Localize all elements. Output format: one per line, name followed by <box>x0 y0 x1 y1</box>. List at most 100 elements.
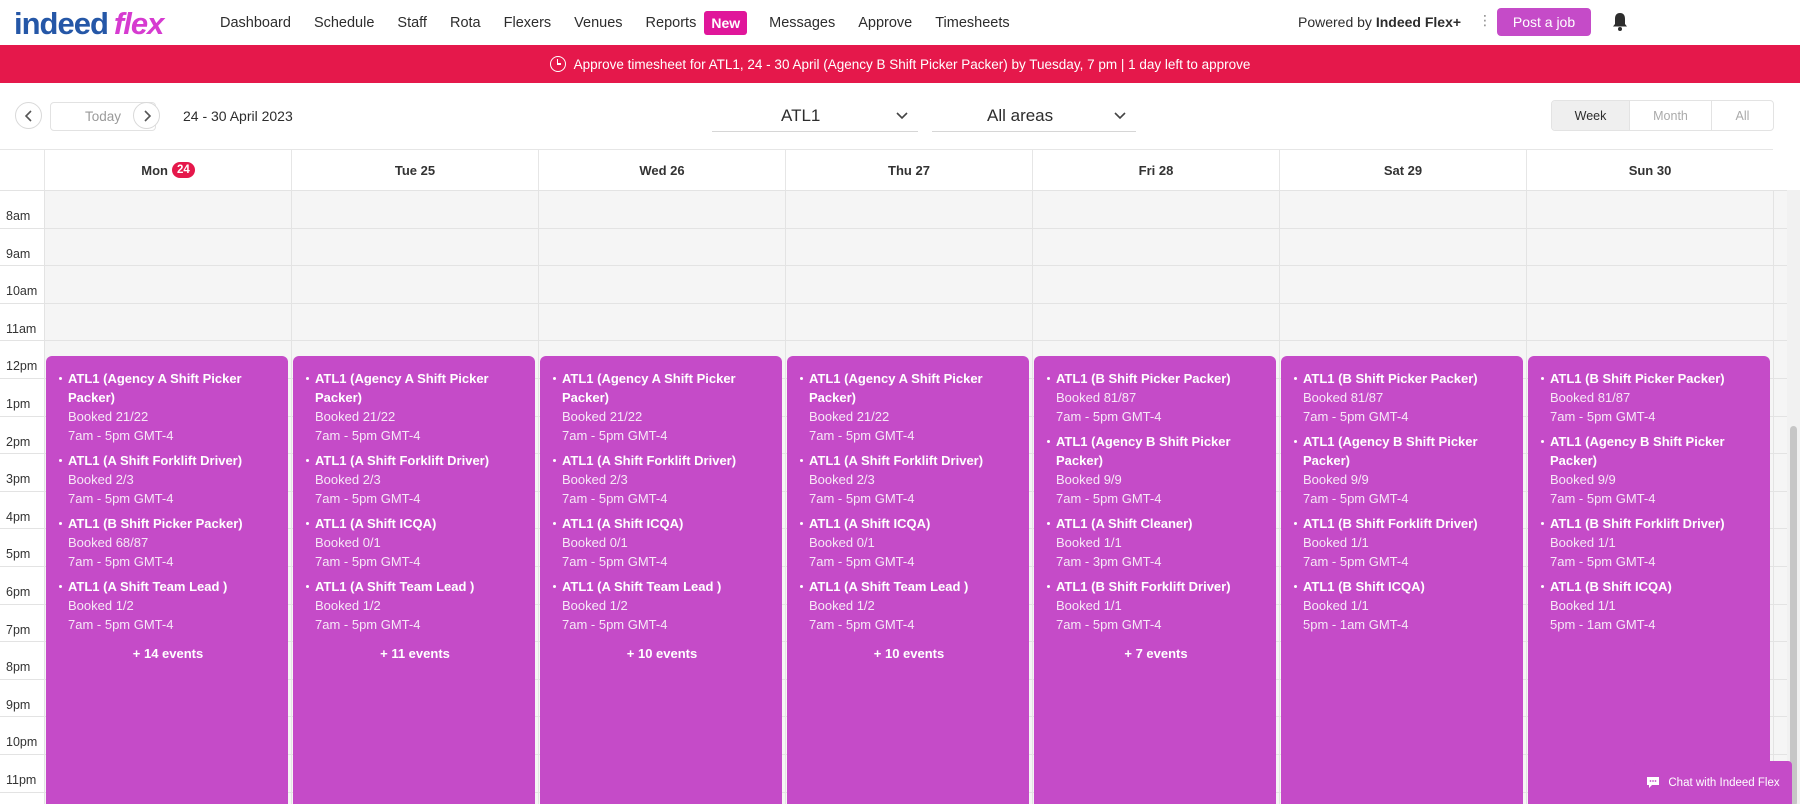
shift-time: 7am - 5pm GMT-4 <box>68 617 174 632</box>
shift-event[interactable]: ATL1 (A Shift Forklift Driver) Booked 2/3… <box>305 451 525 508</box>
day-header-3[interactable]: Thu 27 <box>785 149 1032 190</box>
venue-select[interactable]: ATL1 <box>712 100 918 132</box>
grid-row-line <box>0 227 1787 229</box>
nav-reports[interactable]: Reports <box>646 15 697 31</box>
hour-label: 11am <box>6 321 37 336</box>
day-header-6[interactable]: Sun 30 <box>1526 149 1773 190</box>
clock-icon <box>549 56 566 72</box>
view-all-tab[interactable]: All <box>1711 101 1773 130</box>
shift-booked: Booked 1/1 <box>1303 535 1369 550</box>
nav-timesheets[interactable]: Timesheets <box>935 15 1009 31</box>
bell-icon[interactable] <box>1610 11 1630 33</box>
shift-event[interactable]: ATL1 (Agency A Shift Picker Packer) Booke… <box>58 369 278 445</box>
shift-event[interactable]: ATL1 (A Shift Team Lead ) Booked 1/2 7am -… <box>305 577 525 634</box>
post-job-button[interactable]: Post a job <box>1497 8 1591 36</box>
more-events-link[interactable]: + 10 events <box>799 646 1019 661</box>
area-select[interactable]: All areas <box>932 100 1136 132</box>
event-block-day-4[interactable]: ATL1 (B Shift Picker Packer) Booked 81/87… <box>1034 356 1276 804</box>
nav-schedule[interactable]: Schedule <box>314 15 374 31</box>
nav-messages[interactable]: Messages <box>769 15 835 31</box>
event-block-day-6[interactable]: ATL1 (B Shift Picker Packer) Booked 81/87… <box>1528 356 1770 804</box>
shift-event[interactable]: ATL1 (Agency B Shift Picker Packer) Booke… <box>1293 432 1513 508</box>
powered-by-text: Powered by Indeed Flex+ <box>1298 14 1461 30</box>
shift-event[interactable]: ATL1 (A Shift Team Lead ) Booked 1/2 7am -… <box>552 577 772 634</box>
shift-event[interactable]: ATL1 (B Shift ICQA) Booked 1/1 5pm - 1am G… <box>1293 577 1513 634</box>
shift-event[interactable]: ATL1 (Agency A Shift Picker Packer) Booke… <box>305 369 525 445</box>
hour-label: 1pm <box>6 397 31 411</box>
shift-event[interactable]: ATL1 (B Shift Forklift Driver) Booked 1/1… <box>1540 514 1760 571</box>
shift-title: ATL1 (Agency A Shift Picker Packer) <box>562 371 736 405</box>
event-block-day-3[interactable]: ATL1 (Agency A Shift Picker Packer) Booke… <box>787 356 1029 804</box>
shift-event[interactable]: ATL1 (B Shift Picker Packer) Booked 81/87… <box>1293 369 1513 426</box>
event-block-day-1[interactable]: ATL1 (Agency A Shift Picker Packer) Booke… <box>293 356 535 804</box>
shift-event[interactable]: ATL1 (A Shift ICQA) Booked 0/1 7am - 5pm G… <box>305 514 525 571</box>
shift-event[interactable]: ATL1 (A Shift ICQA) Booked 0/1 7am - 5pm G… <box>799 514 1019 571</box>
kebab-icon[interactable]: ⋮ <box>1478 12 1492 29</box>
nav-venues[interactable]: Venues <box>574 15 622 31</box>
shift-title: ATL1 (A Shift Team Lead ) <box>315 579 475 594</box>
shift-event[interactable]: ATL1 (A Shift Forklift Driver) Booked 2/3… <box>58 451 278 508</box>
day-header-4[interactable]: Fri 28 <box>1032 149 1279 190</box>
shift-time: 7am - 5pm GMT-4 <box>68 428 174 443</box>
hour-label: 10pm <box>6 735 38 750</box>
shift-event[interactable]: ATL1 (Agency A Shift Picker Packer) Booke… <box>552 369 772 445</box>
nav-rota[interactable]: Rota <box>450 15 481 31</box>
shift-booked: Booked 1/1 <box>1550 535 1616 550</box>
shift-event[interactable]: ATL1 (A Shift Team Lead ) Booked 1/2 7am -… <box>58 577 278 634</box>
shift-time: 7am - 5pm GMT-4 <box>315 617 421 632</box>
shift-event[interactable]: ATL1 (Agency A Shift Picker Packer) Booke… <box>799 369 1019 445</box>
day-header-0[interactable]: Mon 24 <box>44 149 291 190</box>
shift-event[interactable]: ATL1 (A Shift Team Lead ) Booked 1/2 7am -… <box>799 577 1019 634</box>
day-label: Sun 30 <box>1628 162 1672 178</box>
shift-event[interactable]: ATL1 (Agency B Shift Picker Packer) Booke… <box>1046 432 1266 508</box>
nav-approve[interactable]: Approve <box>858 15 912 31</box>
indeed-flex-logo[interactable]: indeed flex <box>14 6 164 42</box>
shift-event[interactable]: ATL1 (A Shift Cleaner) Booked 1/1 7am - 3p… <box>1046 514 1266 571</box>
approval-alert-banner[interactable]: Approve timesheet for ATL1, 24 - 30 Apri… <box>0 45 1800 83</box>
shift-event[interactable]: ATL1 (A Shift Forklift Driver) Booked 2/3… <box>552 451 772 508</box>
shift-event[interactable]: ATL1 (A Shift ICQA) Booked 0/1 7am - 5pm G… <box>552 514 772 571</box>
shift-booked: Booked 81/87 <box>1056 390 1137 405</box>
time-gutter-header <box>0 149 44 190</box>
calendar-toolbar: Today 24 - 30 April 2023 ATL1 All areas … <box>0 83 1800 149</box>
top-nav: indeed flex Dashboard Schedule Staff Rota… <box>0 0 1800 45</box>
nav-dashboard[interactable]: Dashboard <box>220 15 291 31</box>
event-block-day-2[interactable]: ATL1 (Agency A Shift Picker Packer) Booke… <box>540 356 782 804</box>
view-week-tab[interactable]: Week <box>1552 101 1629 130</box>
hour-label: 4pm <box>6 509 31 524</box>
shift-event[interactable]: ATL1 (A Shift Forklift Driver) Booked 2/3… <box>799 451 1019 508</box>
shift-title: ATL1 (B Shift Forklift Driver) <box>1056 579 1231 594</box>
next-week-button[interactable] <box>133 102 160 129</box>
day-header-5[interactable]: Sat 29 <box>1279 149 1526 190</box>
hour-label: 8pm <box>6 660 31 675</box>
shift-event[interactable]: ATL1 (B Shift Picker Packer) Booked 68/87… <box>58 514 278 571</box>
date-range-label: 24 - 30 April 2023 <box>183 108 293 124</box>
chat-button[interactable]: Chat with Indeed Flex <box>1634 761 1792 804</box>
shift-event[interactable]: ATL1 (B Shift Forklift Driver) Booked 1/1… <box>1046 577 1266 634</box>
shift-event[interactable]: ATL1 (B Shift Forklift Driver) Booked 1/1… <box>1293 514 1513 571</box>
event-block-day-5[interactable]: ATL1 (B Shift Picker Packer) Booked 81/87… <box>1281 356 1523 804</box>
shift-time: 7am - 5pm GMT-4 <box>1056 617 1162 632</box>
view-month-tab[interactable]: Month <box>1629 101 1711 130</box>
shift-title: ATL1 (A Shift Team Lead ) <box>68 579 228 594</box>
shift-booked: Booked 21/22 <box>68 409 149 424</box>
shift-title: ATL1 (B Shift ICQA) <box>1550 579 1672 594</box>
prev-week-button[interactable] <box>15 102 42 129</box>
nav-flexers[interactable]: Flexers <box>504 15 552 31</box>
more-events-link[interactable]: + 14 events <box>58 646 278 661</box>
more-events-link[interactable]: + 7 events <box>1046 646 1266 661</box>
more-events-link[interactable]: + 10 events <box>552 646 772 661</box>
calendar-scrollbar[interactable] <box>1787 190 1800 804</box>
event-block-day-0[interactable]: ATL1 (Agency A Shift Picker Packer) Booke… <box>46 356 288 804</box>
nav-staff[interactable]: Staff <box>397 15 427 31</box>
more-events-link[interactable]: + 11 events <box>305 646 525 661</box>
day-header-2[interactable]: Wed 26 <box>538 149 785 190</box>
hour-label: 2pm <box>6 434 31 449</box>
scrollbar-thumb[interactable] <box>1790 426 1797 804</box>
shift-event[interactable]: ATL1 (B Shift Picker Packer) Booked 81/87… <box>1046 369 1266 426</box>
shift-event[interactable]: ATL1 (Agency B Shift Picker Packer) Booke… <box>1540 432 1760 508</box>
shift-event[interactable]: ATL1 (B Shift ICQA) Booked 1/1 5pm - 1am G… <box>1540 577 1760 634</box>
day-header-1[interactable]: Tue 25 <box>291 149 538 190</box>
shift-time: 7am - 5pm GMT-4 <box>1303 409 1409 424</box>
shift-event[interactable]: ATL1 (B Shift Picker Packer) Booked 81/87… <box>1540 369 1760 426</box>
